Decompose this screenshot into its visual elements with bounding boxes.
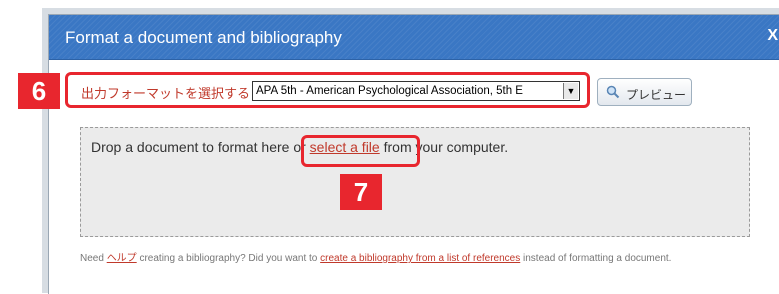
format-select-label: 出力フォーマットを選択する <box>81 86 251 101</box>
footer-middle: creating a bibliography? Did you want to <box>136 253 321 264</box>
chevron-down-icon[interactable]: ▼ <box>563 83 578 99</box>
magnifier-icon <box>606 85 620 99</box>
dialog-titlebar: Format a document and bibliography X <box>49 15 779 60</box>
footer-need: Need <box>80 253 107 264</box>
preview-button-label: プレビュー <box>626 88 687 102</box>
footer-help-text: Need ヘルプ creating a bibliography? Did yo… <box>80 249 671 264</box>
help-link[interactable]: ヘルプ <box>107 253 137 264</box>
drop-text-before: Drop a document to format here or <box>91 139 310 155</box>
step-6-badge: 6 <box>18 73 60 109</box>
close-icon[interactable]: X <box>767 27 778 45</box>
preview-button[interactable]: プレビュー <box>597 78 692 106</box>
format-select[interactable]: APA 5th - American Psychological Associa… <box>252 81 580 101</box>
format-select-value: APA 5th - American Psychological Associa… <box>256 85 523 97</box>
dialog-title: Format a document and bibliography <box>65 28 342 47</box>
format-select-highlight: 出力フォーマットを選択する APA 5th - American Psychol… <box>65 72 590 108</box>
step-7-badge: 7 <box>340 174 382 210</box>
create-bibliography-link[interactable]: create a bibliography from a list of ref… <box>320 253 520 264</box>
footer-end: instead of formatting a document. <box>520 253 672 264</box>
drop-instructions: Drop a document to format here or select… <box>91 139 508 155</box>
select-file-highlight <box>301 135 420 167</box>
